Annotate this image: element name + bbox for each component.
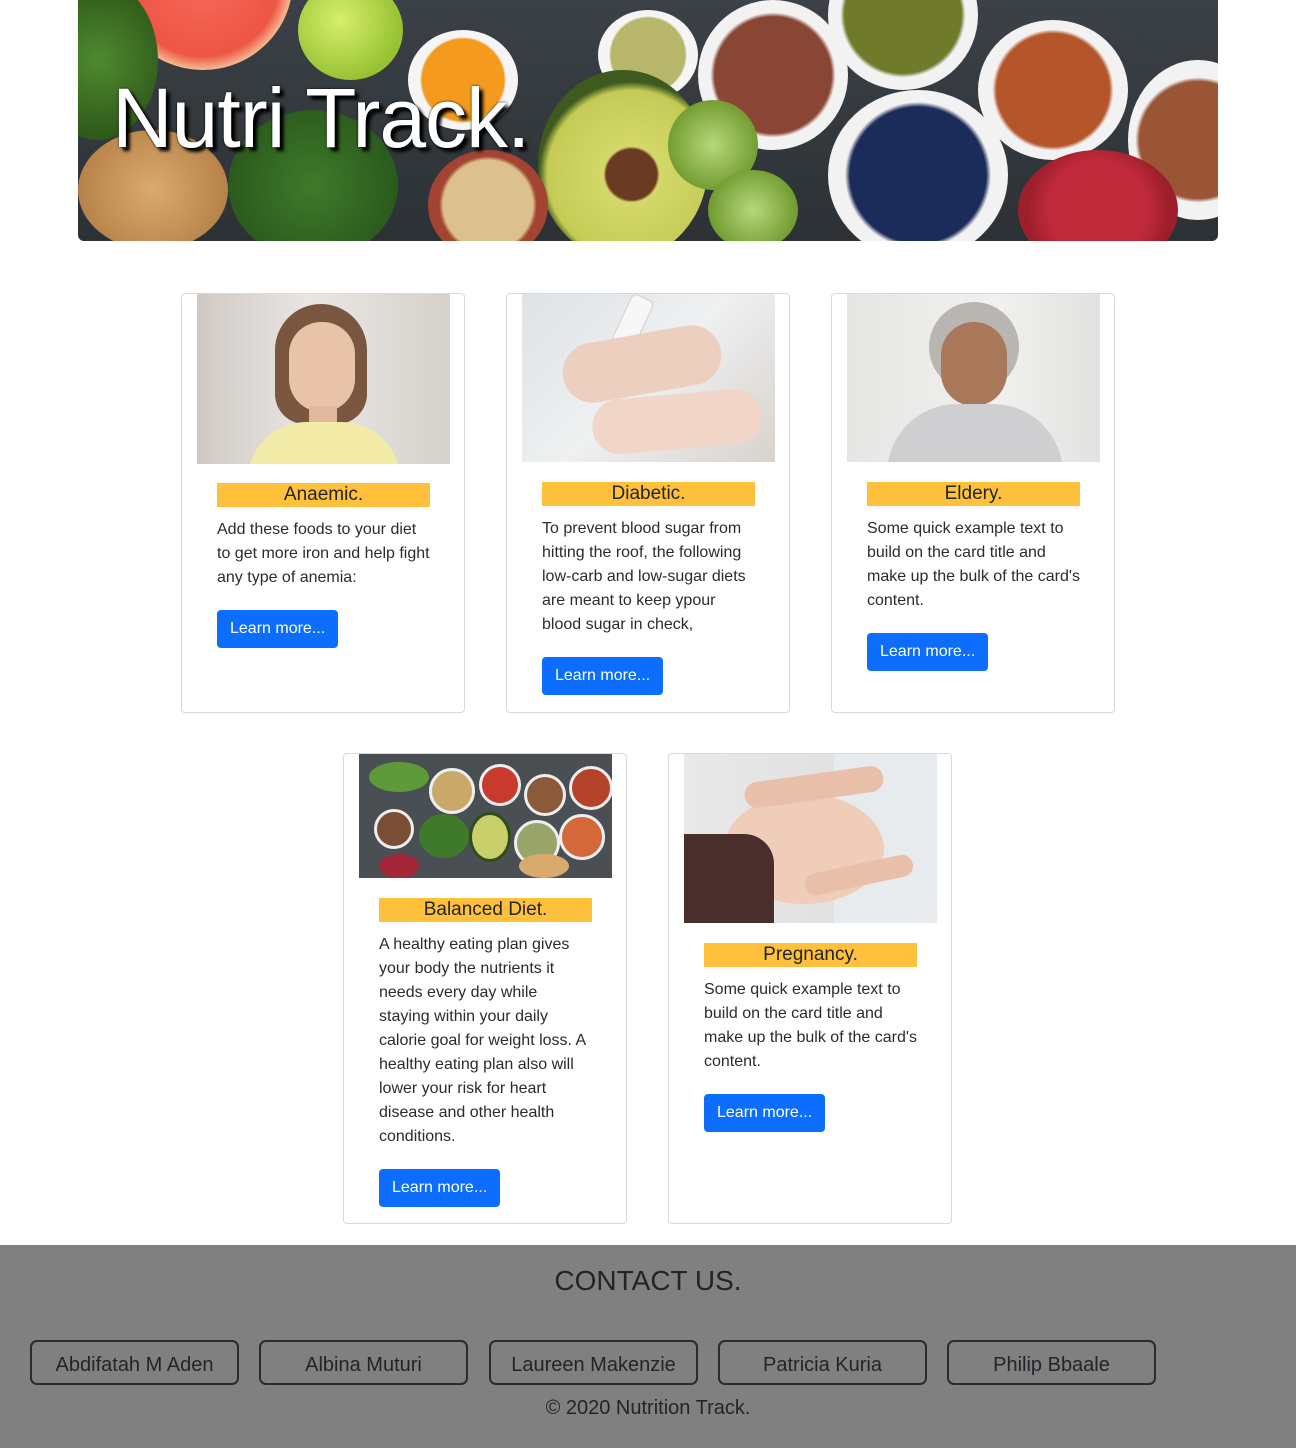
card-text-eldery: Some quick example text to build on the …: [867, 520, 1080, 609]
card-text-anaemic: Add these foods to your diet to get more…: [217, 521, 430, 586]
learn-more-button-balanced-diet[interactable]: Learn more...: [379, 1169, 501, 1207]
card-text-pregnancy: Some quick example text to build on the …: [704, 981, 917, 1070]
card-diabetic: Diabetic. To prevent blood sugar from hi…: [506, 293, 790, 713]
contact-heading: CONTACT US.: [554, 1265, 742, 1296]
card-anaemic: Anaemic. Add these foods to your diet to…: [181, 293, 465, 713]
card-image-anaemic: [197, 294, 450, 464]
contact-button-laureen[interactable]: Laureen Makenzie: [489, 1340, 698, 1385]
learn-more-button-anaemic[interactable]: Learn more...: [217, 610, 339, 648]
learn-more-button-eldery[interactable]: Learn more...: [867, 633, 989, 671]
card-image-diabetic: [522, 294, 775, 462]
card-title-balanced-diet: Balanced Diet.: [379, 898, 592, 922]
contact-button-patricia[interactable]: Patricia Kuria: [718, 1340, 927, 1385]
card-title-diabetic: Diabetic.: [542, 482, 755, 506]
contact-button-abdifatah[interactable]: Abdifatah M Aden: [30, 1340, 239, 1385]
footer: CONTACT US. Abdifatah M Aden Albina Mutu…: [0, 1245, 1296, 1448]
contact-button-philip[interactable]: Philip Bbaale: [947, 1340, 1156, 1385]
card-eldery: Eldery. Some quick example text to build…: [831, 293, 1115, 713]
card-image-balanced-diet: [359, 754, 612, 878]
contact-button-albina[interactable]: Albina Muturi: [259, 1340, 468, 1385]
card-text-balanced-diet: A healthy eating plan gives your body th…: [379, 936, 586, 1145]
learn-more-button-pregnancy[interactable]: Learn more...: [704, 1094, 826, 1132]
copyright-text: © 2020 Nutrition Track.: [545, 1397, 751, 1419]
card-pregnancy: Pregnancy. Some quick example text to bu…: [668, 753, 952, 1224]
card-balanced-diet: Balanced Diet. A healthy eating plan giv…: [343, 753, 627, 1224]
card-title-pregnancy: Pregnancy.: [704, 943, 917, 967]
card-title-anaemic: Anaemic.: [217, 483, 430, 507]
card-image-eldery: [847, 294, 1100, 462]
site-title: Nutri Track.: [112, 71, 530, 165]
card-text-diabetic: To prevent blood sugar from hitting the …: [542, 520, 746, 633]
hero-banner: Nutri Track.: [78, 0, 1218, 241]
card-image-pregnancy: [684, 754, 937, 923]
learn-more-button-diabetic[interactable]: Learn more...: [542, 657, 664, 695]
card-title-eldery: Eldery.: [867, 482, 1080, 506]
